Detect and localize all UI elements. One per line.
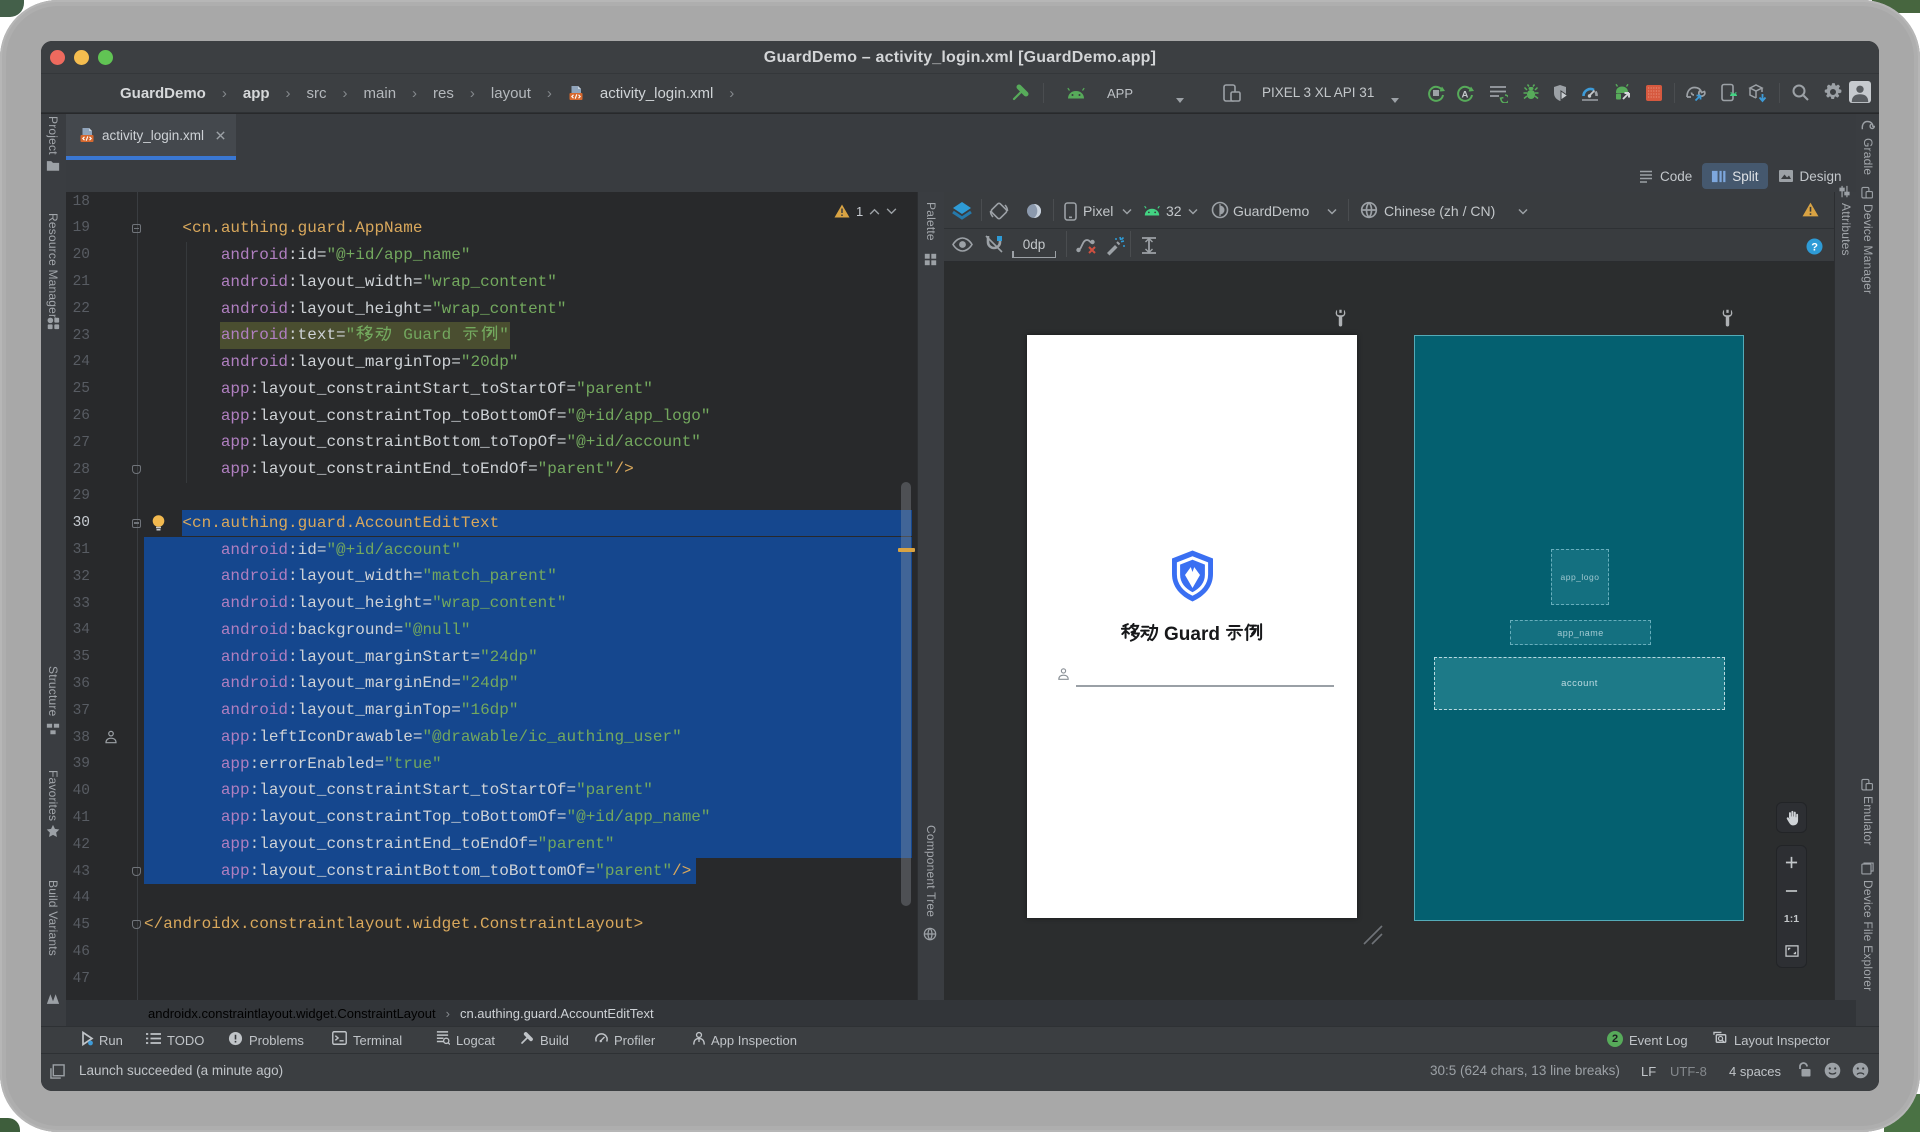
svg-text:?: ? — [1811, 242, 1818, 254]
svg-text:A: A — [1462, 90, 1469, 101]
